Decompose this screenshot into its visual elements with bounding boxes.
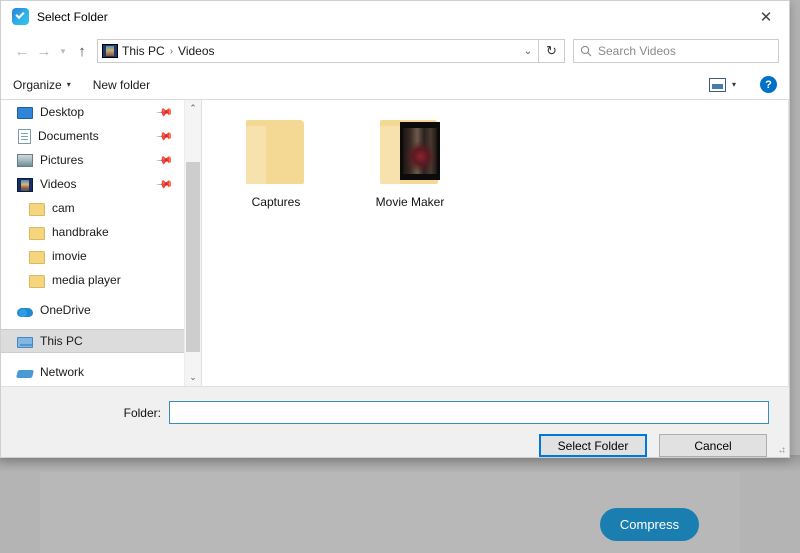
navigation-sidebar: Desktop 📌 Documents 📌 Pictures 📌 Videos … — [1, 100, 184, 386]
search-box[interactable]: Search Videos — [573, 39, 779, 63]
sidebar-item-videos[interactable]: Videos 📌 — [1, 172, 184, 196]
file-list-pane: Captures Movie Maker — [201, 100, 789, 386]
sidebar-item-this-pc[interactable]: This PC — [1, 329, 184, 353]
checkmark-app-icon — [12, 8, 29, 25]
videos-filmstrip-icon — [102, 44, 118, 58]
breadcrumb-videos[interactable]: Videos — [174, 44, 218, 58]
dialog-title: Select Folder — [37, 10, 108, 24]
folder-input[interactable] — [169, 401, 769, 424]
command-toolbar: Organize ▾ New folder ▾ ? — [1, 70, 789, 100]
organize-label: Organize — [13, 78, 62, 92]
sidebar-item-label: This PC — [40, 334, 83, 348]
videos-icon — [17, 178, 33, 192]
view-pane-icon[interactable] — [709, 78, 726, 92]
dialog-form-area: Folder: Select Folder Cancel — [1, 386, 789, 457]
folder-icon — [29, 251, 45, 264]
file-item-movie-maker[interactable]: Movie Maker — [364, 114, 456, 209]
navigation-bar: ← → ▾ ↑ This PC › Videos ⌄ ↻ Search Vide… — [1, 32, 789, 70]
select-folder-button[interactable]: Select Folder — [539, 434, 647, 457]
file-grid: Captures Movie Maker — [230, 114, 789, 209]
pictures-icon — [17, 154, 33, 167]
sidebar-item-label: Desktop — [40, 105, 84, 119]
chevron-down-icon: ▾ — [67, 80, 71, 89]
sidebar-item-handbrake[interactable]: handbrake — [1, 220, 184, 244]
sidebar-item-cam[interactable]: cam — [1, 196, 184, 220]
search-icon — [574, 45, 598, 57]
resize-grip[interactable] — [776, 444, 786, 454]
sidebar-item-media-player[interactable]: media player — [1, 268, 184, 292]
dialog-button-row: Select Folder Cancel — [539, 434, 767, 457]
scroll-up-icon[interactable]: ⌃ — [185, 100, 201, 117]
file-label: Movie Maker — [376, 195, 445, 209]
folder-icon — [29, 275, 45, 288]
scrollbar-thumb[interactable] — [186, 162, 200, 352]
sidebar-item-label: Documents — [38, 129, 99, 143]
sidebar-item-label: Network — [40, 365, 84, 379]
folder-label: Folder: — [1, 406, 169, 420]
sidebar-item-label: OneDrive — [40, 303, 91, 317]
back-icon[interactable]: ← — [11, 39, 33, 63]
desktop-icon — [17, 107, 33, 119]
organize-button[interactable]: Organize ▾ — [13, 78, 71, 92]
new-folder-button[interactable]: New folder — [93, 78, 150, 92]
folder-with-thumbnail-icon — [380, 114, 440, 186]
this-pc-icon — [17, 337, 33, 348]
network-icon — [16, 370, 34, 378]
sidebar-scrollbar[interactable]: ⌃ ⌄ — [184, 100, 201, 386]
pin-icon: 📌 — [156, 103, 175, 122]
folder-icon — [246, 114, 306, 186]
sidebar-item-imovie[interactable]: imovie — [1, 244, 184, 268]
cancel-button[interactable]: Cancel — [659, 434, 767, 457]
select-folder-dialog: Select Folder ✕ ← → ▾ ↑ This PC › Videos… — [0, 0, 790, 458]
folder-icon — [29, 227, 45, 240]
sidebar-item-label: media player — [52, 273, 121, 287]
refresh-icon[interactable]: ↻ — [539, 39, 565, 63]
sidebar-item-onedrive[interactable]: OneDrive — [1, 298, 184, 322]
chevron-down-icon[interactable]: ⌄ — [518, 40, 538, 62]
sidebar-item-label: imovie — [52, 249, 87, 263]
file-item-captures[interactable]: Captures — [230, 114, 322, 209]
onedrive-icon — [17, 308, 33, 317]
help-icon[interactable]: ? — [760, 76, 777, 93]
pin-icon: 📌 — [156, 127, 175, 146]
scroll-down-icon[interactable]: ⌄ — [185, 369, 201, 386]
up-one-level-icon[interactable]: ↑ — [71, 39, 93, 63]
sidebar-item-documents[interactable]: Documents 📌 — [1, 124, 184, 148]
folder-icon — [29, 203, 45, 216]
recent-locations-icon[interactable]: ▾ — [55, 39, 71, 63]
sidebar-item-label: Videos — [40, 177, 76, 191]
file-label: Captures — [252, 195, 301, 209]
sidebar-item-pictures[interactable]: Pictures 📌 — [1, 148, 184, 172]
toolbar-right-group: ▾ ? — [709, 76, 777, 93]
folder-field-row: Folder: — [1, 401, 789, 424]
address-bar[interactable]: This PC › Videos ⌄ — [97, 39, 539, 63]
compress-button[interactable]: Compress — [600, 508, 699, 541]
document-icon — [18, 129, 31, 144]
content-right-edge — [788, 100, 789, 386]
close-icon[interactable]: ✕ — [743, 1, 789, 32]
sidebar-item-desktop[interactable]: Desktop 📌 — [1, 100, 184, 124]
sidebar-item-label: handbrake — [52, 225, 109, 239]
pin-icon: 📌 — [156, 175, 175, 194]
dialog-body: Desktop 📌 Documents 📌 Pictures 📌 Videos … — [1, 100, 789, 386]
pin-icon: 📌 — [156, 151, 175, 170]
search-input[interactable]: Search Videos — [598, 44, 676, 58]
sidebar-item-label: cam — [52, 201, 75, 215]
chevron-down-icon[interactable]: ▾ — [730, 80, 742, 89]
breadcrumb-this-pc[interactable]: This PC — [118, 44, 169, 58]
sidebar-item-label: Pictures — [40, 153, 83, 167]
dialog-title-bar: Select Folder ✕ — [1, 1, 789, 32]
forward-icon[interactable]: → — [33, 39, 55, 63]
sidebar-item-network[interactable]: Network — [1, 360, 184, 384]
